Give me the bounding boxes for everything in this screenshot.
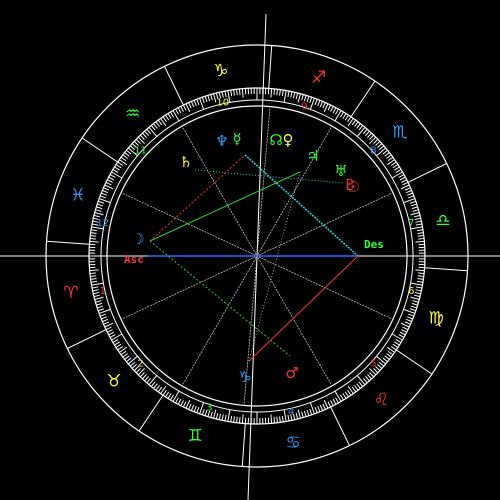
house-number: 12 xyxy=(96,218,109,229)
degree-tick xyxy=(238,88,241,95)
degree-tick xyxy=(89,272,96,275)
mercury-glyph-icon: ☿ xyxy=(232,130,241,148)
sun-glyph-icon: ☉ xyxy=(346,178,359,196)
house-number: 1 xyxy=(100,286,106,297)
house-number: 3 xyxy=(206,403,212,414)
house-number: 9 xyxy=(301,101,307,112)
capricorn-glyph-icon: ♑ xyxy=(213,61,228,81)
aries-glyph-icon: ♈ xyxy=(63,283,78,303)
degree-tick xyxy=(89,237,96,240)
house-number: 11 xyxy=(134,145,147,156)
descendant-label: Des xyxy=(364,238,384,251)
moon-glyph-icon: ☽ xyxy=(131,230,144,248)
mars-glyph-icon: ♂ xyxy=(285,364,298,382)
degree-tick xyxy=(238,417,241,424)
libra-glyph-icon: ♎ xyxy=(435,211,450,231)
house-number: 10 xyxy=(216,98,229,109)
house-number: 4 xyxy=(288,406,294,417)
venus-glyph-icon: ♀ xyxy=(283,131,294,149)
mc-glyph-icon: ♑ xyxy=(238,368,251,386)
house-number: 7 xyxy=(408,218,414,229)
gemini-glyph-icon: ♊ xyxy=(188,426,203,446)
degree-tick xyxy=(273,88,276,95)
neptune-glyph-icon: ♆ xyxy=(215,132,228,150)
saturn-glyph-icon: ♄ xyxy=(179,153,192,171)
virgo-glyph-icon: ♍ xyxy=(429,309,444,329)
pisces-glyph-icon: ♓ xyxy=(70,185,85,205)
degree-tick xyxy=(273,417,276,424)
node-glyph-icon: ☊ xyxy=(269,131,282,149)
cancer-glyph-icon: ♋ xyxy=(286,433,301,453)
house-number: 6 xyxy=(408,286,414,297)
jupiter-glyph-icon: ♃ xyxy=(306,147,319,165)
house-number: 8 xyxy=(370,145,376,156)
leo-glyph-icon: ♌ xyxy=(374,390,389,410)
ascendant-label: Asc xyxy=(124,253,144,266)
degree-tick xyxy=(418,237,425,240)
house-number: 5 xyxy=(370,359,376,370)
aquarius-glyph-icon: ♒ xyxy=(125,104,140,124)
house-number: 2 xyxy=(137,359,143,370)
degree-tick xyxy=(418,272,425,275)
taurus-glyph-icon: ♉ xyxy=(106,371,121,391)
natal-chart-wheel: ♈♉♊ ♋♌♍♎♏♐♑♒♓ 123 456789101112 ☽♄♆♃♇☿ ♀♅☊☉♑… xyxy=(0,0,500,500)
scorpio-glyph-icon: ♏ xyxy=(392,123,407,143)
sagittarius-glyph-icon: ♐ xyxy=(311,68,326,88)
